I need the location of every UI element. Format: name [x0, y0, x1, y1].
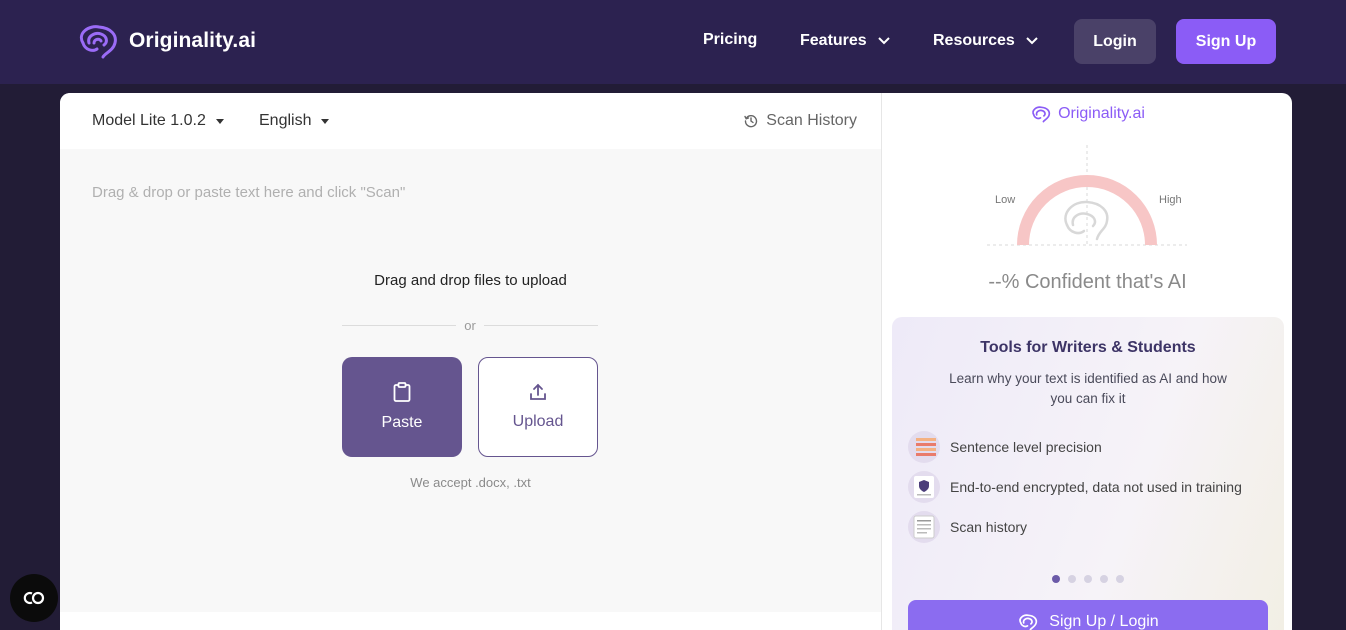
gauge-high-label: High [1159, 194, 1182, 206]
sentence-highlight-thumb [908, 431, 940, 463]
carousel-dot[interactable] [1052, 575, 1060, 583]
clipboard-icon [393, 382, 411, 402]
brain-logo-icon [80, 25, 117, 59]
caret-down-icon [321, 118, 330, 124]
divider-line [483, 324, 598, 326]
scan-history-label: Scan History [766, 112, 857, 129]
brain-watermark-icon [1064, 200, 1109, 241]
editor-footer-bar [60, 612, 881, 630]
nav-resources[interactable]: Resources [933, 31, 1043, 51]
paste-label: Paste [381, 414, 423, 431]
carousel-dot[interactable] [1068, 575, 1076, 583]
promo-title: Tools for Writers & Students [980, 339, 1196, 356]
result-brand-name: Originality.ai [1058, 105, 1145, 122]
carousel-dot[interactable] [1084, 575, 1092, 583]
upload-icon [530, 383, 546, 400]
login-button[interactable]: Login [1074, 19, 1156, 64]
nav-pricing[interactable]: Pricing [703, 31, 757, 49]
promo-card: Tools for Writers & Students Learn why y… [892, 317, 1284, 630]
caret-down-icon [215, 118, 224, 124]
feature-label: End-to-end encrypted, data not used in t… [950, 479, 1242, 495]
upload-button[interactable]: Upload [478, 357, 598, 457]
brand-logo[interactable]: Originality.ai [75, 23, 256, 59]
upload-label: Upload [512, 413, 564, 430]
accepted-formats-note: We accept .docx, .txt [410, 475, 531, 490]
result-panel: Originality.ai Low High --% Confident th… [881, 93, 1292, 630]
nav-pricing-label: Pricing [703, 31, 758, 48]
confidence-readout: --% Confident that's AI [988, 271, 1187, 293]
scan-history-thumb [908, 511, 940, 543]
chevron-down-icon [1021, 31, 1043, 51]
promo-description: Learn why your text is identified as AI … [949, 371, 1227, 406]
result-brand: Originality.ai [882, 105, 1292, 123]
signup-login-button[interactable]: Sign Up / Login [908, 600, 1268, 630]
text-input-area[interactable]: Drag & drop or paste text here and click… [92, 184, 405, 201]
model-select-value: Model Lite 1.0.2 [92, 112, 206, 129]
co-logo-icon [23, 591, 45, 605]
encryption-shield-thumb [908, 471, 940, 503]
signup-button[interactable]: Sign Up [1176, 19, 1276, 64]
nav-features[interactable]: Features [800, 31, 895, 51]
divider-line [342, 324, 457, 326]
carousel-dot[interactable] [1100, 575, 1108, 583]
scan-editor-panel: Model Lite 1.0.2 English Scan History Dr… [60, 93, 881, 630]
paste-button[interactable]: Paste [342, 357, 462, 457]
gauge-low-label: Low [995, 194, 1015, 206]
brand-name: Originality.ai [129, 29, 257, 52]
nav-features-label: Features [800, 32, 867, 49]
chevron-down-icon [873, 31, 895, 51]
editor-toolbar: Model Lite 1.0.2 English Scan History [60, 93, 881, 149]
model-select[interactable]: Model Lite 1.0.2 [92, 112, 224, 130]
top-navbar: Originality.ai Pricing Features Resource… [0, 0, 1346, 84]
feature-item: End-to-end encrypted, data not used in t… [908, 471, 1242, 503]
signup-login-label: Sign Up / Login [1049, 613, 1159, 630]
drop-zone-title: Drag and drop files to upload [374, 272, 567, 289]
history-icon [744, 115, 758, 128]
confidence-gauge: Low High [987, 145, 1187, 246]
language-select[interactable]: English [259, 112, 330, 130]
brain-logo-icon [1019, 614, 1038, 630]
feature-item: Scan history [908, 511, 1027, 543]
or-divider: or [342, 316, 598, 334]
nav-resources-label: Resources [933, 32, 1015, 49]
feature-label: Sentence level precision [950, 439, 1102, 455]
or-label: or [464, 317, 476, 333]
language-select-value: English [259, 112, 312, 129]
brain-logo-icon [1032, 106, 1051, 123]
carousel-dots [892, 575, 1284, 583]
carousel-dot[interactable] [1116, 575, 1124, 583]
feature-item: Sentence level precision [908, 431, 1102, 463]
chat-widget-button[interactable] [10, 574, 58, 622]
feature-label: Scan history [950, 519, 1028, 535]
scan-history-button[interactable]: Scan History [744, 112, 857, 130]
